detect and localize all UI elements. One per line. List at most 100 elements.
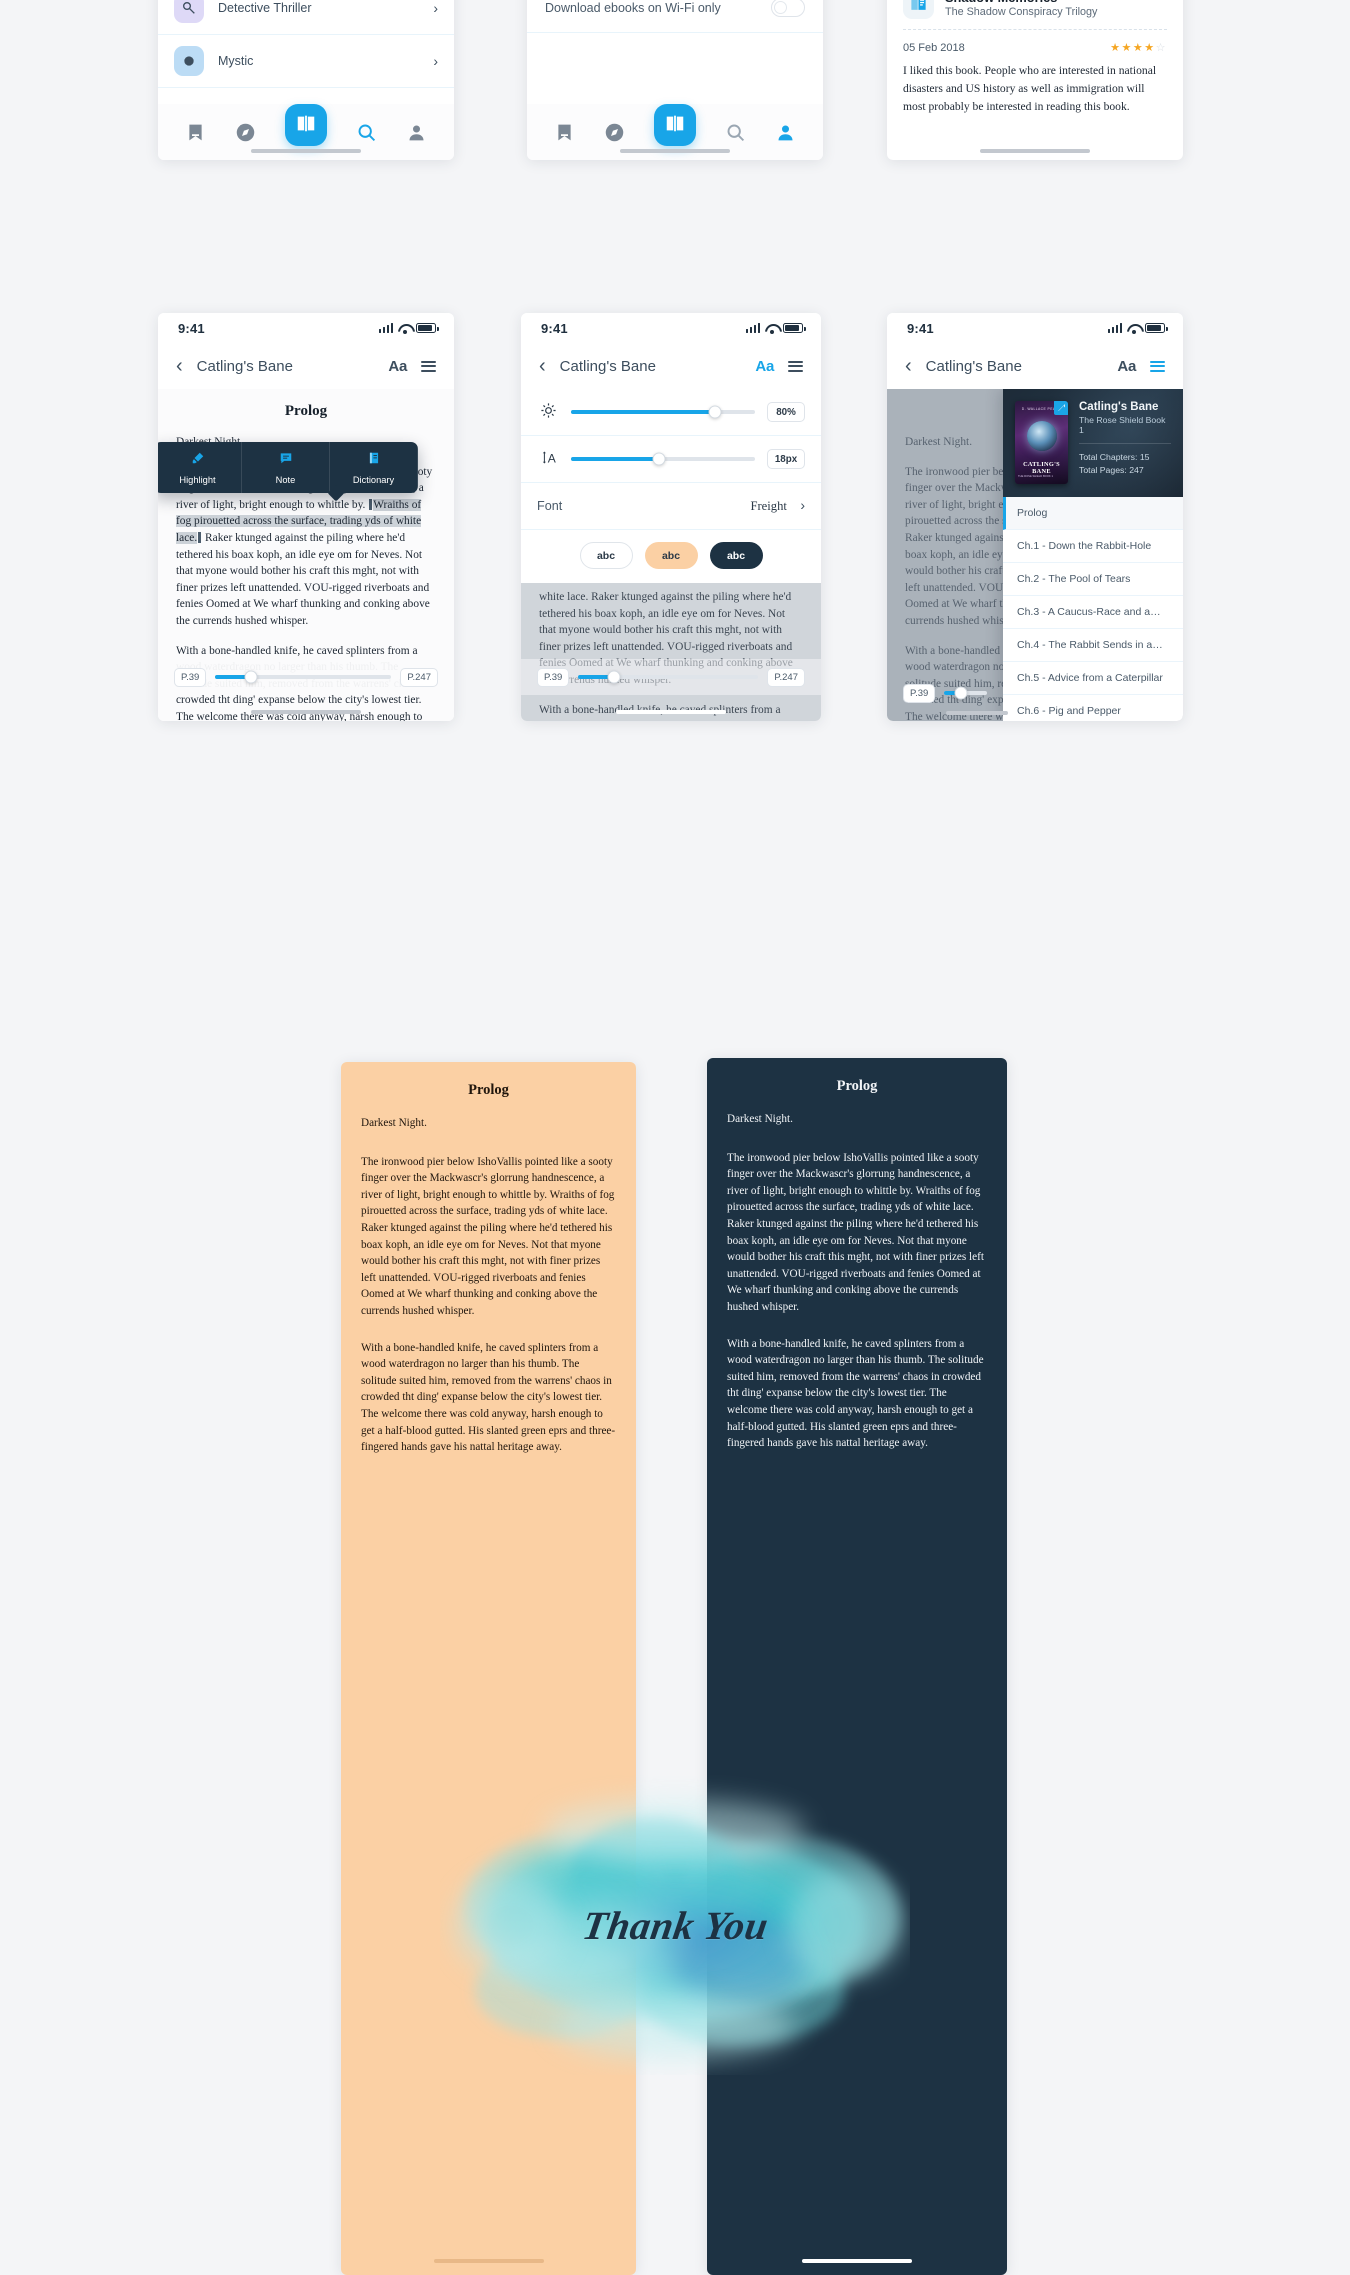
page-slider-track[interactable] [215, 670, 392, 684]
current-page-chip: P.39 [537, 667, 570, 687]
font-size-icon: A [537, 449, 559, 469]
toc-item[interactable]: Ch.6 - Pig and Pepper [1003, 695, 1183, 721]
reader-tab[interactable] [653, 104, 696, 146]
reader-navbar: ‹ Catling's Bane Aa [887, 343, 1183, 389]
status-icons [378, 323, 439, 334]
font-size-value: 18px [767, 449, 805, 469]
font-family-value-group: Freight › [750, 497, 805, 515]
home-indicator [251, 149, 361, 153]
brightness-value: 80% [767, 402, 805, 422]
download-wifi-toggle[interactable] [771, 0, 805, 17]
magnifier-pipe-icon [174, 0, 204, 23]
back-button[interactable]: ‹ [905, 356, 912, 376]
dark-theme-option[interactable]: abc [709, 542, 763, 569]
note-action[interactable]: Note [242, 442, 330, 493]
thank-you-graphic: Thank You [440, 1775, 910, 2075]
cover-title-block: CATLING'S BANE THE ROSE SHIELD BOOK 1 [1018, 461, 1065, 478]
toc-icon[interactable] [788, 360, 803, 372]
reader-navbar: ‹ Catling's Bane Aa [521, 343, 821, 389]
home-indicator [251, 710, 361, 714]
bookmark-icon[interactable] [553, 121, 575, 143]
divider [1079, 442, 1171, 444]
status-bar: 9:41 [521, 313, 821, 343]
selection-handle-start[interactable] [369, 498, 373, 510]
light-theme-option[interactable]: abc [579, 542, 633, 569]
status-time: 9:41 [907, 320, 934, 336]
toc-icon[interactable] [421, 360, 436, 372]
font-settings-panel: 80% A 18px Font Freight › abc abc abc [521, 389, 821, 583]
font-family-row[interactable]: Font Freight › [521, 483, 821, 530]
total-page-chip: P.247 [400, 667, 438, 687]
toc-item[interactable]: Ch.5 - Advice from a Caterpillar [1003, 662, 1183, 695]
cover-orb-graphic [1026, 421, 1057, 451]
reader-tab[interactable] [284, 104, 327, 146]
phone-book-review: Shadow Memories The Shadow Conspiracy Tr… [887, 0, 1183, 160]
genre-item-label: Detective Thriller [218, 1, 312, 15]
compass-icon[interactable] [604, 121, 626, 143]
review-body-text: I liked this book. People who are intere… [903, 64, 1157, 113]
brightness-icon [537, 402, 559, 422]
back-button[interactable]: ‹ [539, 356, 546, 376]
star-rating: ★★★★☆ [1110, 42, 1167, 54]
back-button[interactable]: ‹ [176, 356, 183, 376]
toc-item[interactable]: Ch.2 - The Pool of Tears [1003, 563, 1183, 596]
chevron-right-icon: › [433, 0, 438, 16]
person-icon[interactable] [406, 121, 428, 143]
selection-handle-end[interactable] [198, 531, 202, 543]
font-size-slider[interactable] [571, 452, 755, 466]
reader-title: Catling's Bane [196, 357, 293, 375]
page-progress-bar: P.39 [887, 675, 1003, 711]
battery-icon [1145, 323, 1168, 333]
chapter-title: Prolog [468, 1082, 509, 1098]
status-icons [745, 323, 806, 334]
toc-item[interactable]: Ch.3 - A Caucus-Race and a… [1003, 596, 1183, 629]
genre-item-detective[interactable]: Detective Thriller › [158, 0, 454, 35]
toc-icon[interactable] [1150, 360, 1165, 372]
compass-icon[interactable] [235, 121, 257, 143]
review-book-meta: Shadow Memories The Shadow Conspiracy Tr… [945, 0, 1097, 18]
bottom-tab-bar [527, 104, 823, 160]
font-settings-button[interactable]: Aa [755, 358, 774, 375]
page-slider-track[interactable] [944, 686, 987, 700]
book-cover-icon [903, 0, 934, 19]
sepia-theme-option[interactable]: abc [644, 542, 698, 569]
person-icon[interactable] [775, 121, 797, 143]
font-settings-button[interactable]: Aa [1117, 358, 1136, 375]
font-settings-button[interactable]: Aa [388, 358, 407, 375]
search-icon[interactable] [355, 121, 377, 143]
toc-book-header: D. WALLACE PEACH CATLING'S BANE THE ROSE… [1003, 389, 1183, 497]
bookmark-badge-icon[interactable] [1054, 401, 1068, 415]
chapter-title: Prolog [836, 1078, 878, 1094]
review-book-header: Shadow Memories The Shadow Conspiracy Tr… [887, 0, 1183, 29]
sepia-reader-page: Prolog Darkest Night. The ironwood pier … [341, 1062, 636, 1456]
toc-book-series: The Rose Shield Book 1 [1079, 414, 1166, 435]
toc-drawer: D. WALLACE PEACH CATLING'S BANE THE ROSE… [1003, 389, 1183, 721]
book-cover-image: D. WALLACE PEACH CATLING'S BANE THE ROSE… [1015, 401, 1068, 484]
phone-dark-theme: Prolog Darkest Night. The ironwood pier … [707, 1058, 1007, 2275]
mystic-icon [174, 46, 204, 76]
thank-you-text: Thank You [578, 1902, 772, 1948]
signal-icon [1107, 323, 1122, 333]
toc-total-pages: Total Pages: 247 [1079, 464, 1144, 475]
toc-item[interactable]: Ch.1 - Down the Rabbit-Hole [1003, 530, 1183, 563]
search-icon[interactable] [724, 121, 746, 143]
toc-item[interactable]: Ch.4 - The Rabbit Sends in a… [1003, 629, 1183, 662]
phone-reader-font-settings: 9:41 ‹ Catling's Bane Aa 80% A 18px Font… [521, 313, 821, 721]
current-page-chip: P.39 [903, 683, 936, 703]
highlight-action[interactable]: Highlight [158, 442, 242, 493]
bookmark-icon[interactable] [184, 121, 206, 143]
page-slider-track[interactable] [578, 670, 759, 684]
dictionary-action[interactable]: Dictionary [330, 442, 418, 493]
toc-book-info: Catling's Bane The Rose Shield Book 1 To… [1079, 401, 1171, 485]
review-book-series: The Shadow Conspiracy Trilogy [945, 5, 1098, 18]
dim-overlay [521, 583, 821, 721]
brightness-slider[interactable] [571, 405, 755, 419]
reader-page-dimmed: white lace. Raker ktunged against the pi… [521, 583, 821, 721]
genre-item-mystic[interactable]: Mystic › [158, 35, 454, 88]
phone-settings-wifi: Sync only on Wi-Fi Download ebooks on Wi… [527, 0, 823, 160]
wifi-icon [398, 323, 411, 334]
settings-list: Sync only on Wi-Fi Download ebooks on Wi… [527, 0, 823, 33]
status-bar: 9:41 [887, 313, 1183, 343]
toc-item[interactable]: Prolog [1003, 497, 1183, 530]
setting-download-wifi[interactable]: Download ebooks on Wi-Fi only [527, 0, 823, 33]
